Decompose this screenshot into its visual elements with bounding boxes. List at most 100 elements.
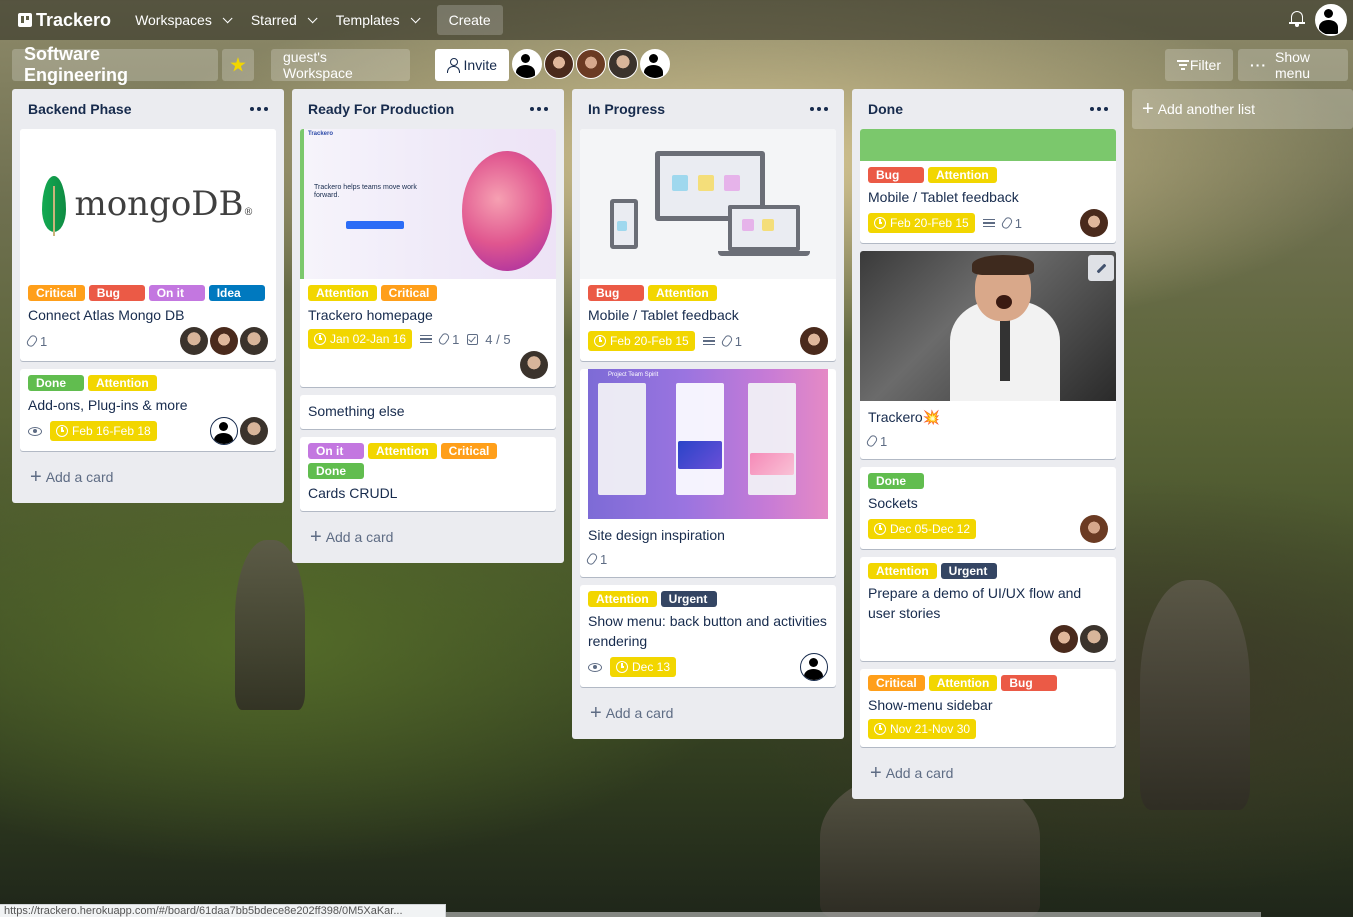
list-menu-icon[interactable] [810,107,828,111]
cover-tagline: Trackero helps teams move work forward. [314,184,417,199]
card-label[interactable]: Done [868,473,924,489]
card-member-avatar[interactable] [240,417,268,445]
add-card-button[interactable]: + Add a card [20,459,276,495]
card-label[interactable]: Done [308,463,364,479]
user-avatar[interactable] [1315,4,1347,36]
card-member-avatar[interactable] [1080,209,1108,237]
card-member-avatar[interactable] [1080,515,1108,543]
due-date-badge[interactable]: Dec 05-Dec 12 [868,519,977,539]
card-label[interactable]: Critical [380,285,438,301]
clock-icon [56,425,68,437]
card-label[interactable]: Attention [308,285,377,301]
card-label[interactable]: Critical [440,443,498,459]
filter-button[interactable]: Filter [1165,49,1233,81]
due-date-badge[interactable]: Nov 21-Nov 30 [868,719,977,739]
card[interactable]: Attention Urgent Show menu: back button … [580,585,836,687]
card-label[interactable]: Bug [88,285,145,301]
card-label[interactable]: Attention [928,167,997,183]
card-member-avatar[interactable] [800,653,828,681]
show-menu-button[interactable]: ··· Show menu [1238,49,1348,81]
card-label[interactable]: Bug [868,167,924,183]
edit-card-button[interactable] [1088,255,1114,281]
card-label[interactable]: Attention [868,563,937,579]
card-label[interactable]: Attention [648,285,717,301]
card-member-avatar[interactable] [800,327,828,355]
card-cover-color [860,129,1116,161]
paperclip-icon [437,331,451,347]
workspace-button[interactable]: guest's Workspace [271,49,410,81]
card-label[interactable]: Attention [88,375,157,391]
mongodb-leaf-icon [42,176,67,236]
star-board-button[interactable] [222,49,254,81]
card-label[interactable]: On it [308,443,364,459]
member-avatar[interactable] [576,49,606,79]
nav-workspaces[interactable]: Workspaces [125,6,239,34]
card-member-avatar[interactable] [240,327,268,355]
card-member-avatar[interactable] [520,351,548,379]
card-title: Something else [308,403,405,419]
card-member-avatar[interactable] [1080,625,1108,653]
due-date-badge[interactable]: Feb 16-Feb 18 [50,421,157,441]
card-label[interactable]: On it [148,285,205,301]
card[interactable]: mongoDB® Critical Bug On it Idea Connect… [20,129,276,361]
create-button[interactable]: Create [436,5,503,35]
card-label[interactable]: Idea [208,285,265,301]
card[interactable]: Project Team Spirit Site design inspirat… [580,369,836,577]
card[interactable]: Something else [300,395,556,429]
nav-templates[interactable]: Templates [326,6,427,34]
gif-figure [972,255,1034,275]
add-card-button[interactable]: + Add a card [300,519,556,555]
card[interactable]: Done Sockets Dec 05-Dec 12 [860,467,1116,549]
card-label[interactable]: Attention [928,675,998,691]
card[interactable]: Trackero💥 1 [860,251,1116,459]
card-member-avatar[interactable] [1050,625,1078,653]
member-avatar[interactable] [544,49,574,79]
list-menu-icon[interactable] [250,107,268,111]
bell-icon[interactable] [1289,10,1305,28]
due-date-badge[interactable]: Feb 20-Feb 15 [588,331,695,351]
card[interactable]: Bug Attention Mobile / Tablet feedback F… [580,129,836,361]
card[interactable]: Attention Urgent Prepare a demo of UI/UX… [860,557,1116,661]
card-cover-site-design: Project Team Spirit [588,369,828,519]
card-label[interactable]: Attention [588,591,657,607]
nav-starred[interactable]: Starred [241,6,324,34]
card[interactable]: Critical Attention Bug Show-menu sidebar… [860,669,1116,747]
card-label[interactable]: Critical [28,285,85,301]
card[interactable]: On it Attention Critical Done Cards CRUD… [300,437,556,511]
card[interactable]: Done Attention Add-ons, Plug-ins & more … [20,369,276,451]
card[interactable]: Trackero Trackero helps teams move work … [300,129,556,387]
card[interactable]: Bug Attention Mobile / Tablet feedback F… [860,129,1116,243]
member-avatar[interactable] [512,49,542,79]
invite-button[interactable]: Invite [435,49,509,81]
list-menu-icon[interactable] [1090,107,1108,111]
card-label[interactable]: Attention [368,443,437,459]
card-label[interactable]: Bug [1001,675,1058,691]
card-label[interactable]: Bug [588,285,644,301]
clock-icon [874,523,886,535]
card-label[interactable]: Critical [868,675,925,691]
list-title[interactable]: In Progress [588,101,665,117]
due-date-badge[interactable]: Dec 13 [610,657,677,677]
list-menu-icon[interactable] [530,107,548,111]
card-label[interactable]: Urgent [940,563,997,579]
card-member-avatar[interactable] [180,327,208,355]
due-date-badge[interactable]: Jan 02-Jan 16 [308,329,413,349]
member-avatar[interactable] [608,49,638,79]
list-title[interactable]: Backend Phase [28,101,132,117]
app-logo[interactable]: Trackero [18,10,111,31]
add-card-button[interactable]: + Add a card [860,755,1116,791]
board-title[interactable]: Software Engineering [12,44,218,85]
add-card-button[interactable]: + Add a card [580,695,836,731]
due-date-badge[interactable]: Feb 20-Feb 15 [868,213,975,233]
card-label[interactable]: Done [28,375,84,391]
card-member-avatar[interactable] [210,417,238,445]
list-title[interactable]: Done [868,101,903,117]
cover-site-header: Trackero [308,131,334,137]
horizontal-scrollbar[interactable] [446,912,1261,917]
list-title[interactable]: Ready For Production [308,101,454,117]
add-list-button[interactable]: + Add another list [1132,89,1353,129]
card-label[interactable]: Urgent [660,591,717,607]
card-member-avatar[interactable] [210,327,238,355]
chevron-down-icon [222,12,233,23]
member-avatar[interactable] [640,49,670,79]
